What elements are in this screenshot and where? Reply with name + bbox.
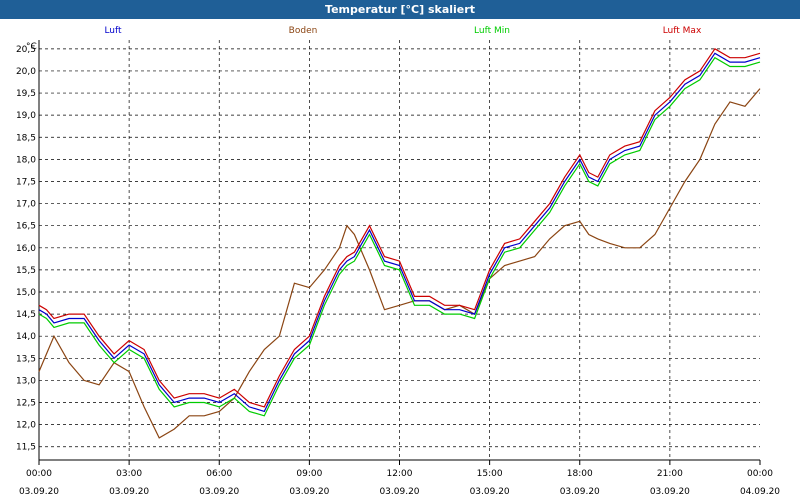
y-tick-label: 16,0 — [16, 244, 36, 254]
x-tick-date: 03.09.20 — [289, 487, 329, 497]
x-tick-time: 15:00 — [477, 469, 503, 479]
x-tick-time: 12:00 — [387, 469, 413, 479]
y-tick-label: 11,5 — [16, 443, 36, 453]
y-tick-label: 12,5 — [16, 399, 36, 409]
x-tick-time: 06:00 — [206, 469, 232, 479]
x-tick-time: 00:00 — [747, 469, 773, 479]
y-tick-label: 12,0 — [16, 421, 36, 431]
x-tick-time: 18:00 — [567, 469, 593, 479]
x-tick-time: 09:00 — [296, 469, 322, 479]
x-tick-date: 03.09.20 — [199, 487, 239, 497]
y-tick-label: 16,5 — [16, 222, 36, 232]
y-tick-label: 14,0 — [16, 332, 36, 342]
y-tick-label: 18,5 — [16, 133, 36, 143]
y-axis-unit: °C — [26, 42, 37, 52]
x-tick-time: 00:00 — [26, 469, 52, 479]
x-tick-date: 03.09.20 — [379, 487, 419, 497]
grid-lines — [39, 40, 760, 460]
y-tick-label: 15,0 — [16, 288, 36, 298]
legend-luft-max: Luft Max — [663, 26, 702, 36]
y-tick-label: 17,5 — [16, 177, 36, 187]
y-tick-labels: 11,5 12,0 12,5 13,0 13,5 14,0 14,5 15,0 15,5 16,0… — [16, 45, 36, 453]
chart-area: 11,5 12,0 12,5 13,0 13,5 14,0 14,5 15,0 15,5 16,0… — [16, 26, 780, 497]
legend: Luft Boden Luft Min Luft Max — [104, 26, 702, 36]
y-tick-label: 13,0 — [16, 376, 36, 386]
y-tick-label: 19,5 — [16, 89, 36, 99]
x-tick-date: 03.09.20 — [109, 487, 149, 497]
y-tick-label: 15,5 — [16, 266, 36, 276]
x-tick-date: 03.09.20 — [19, 487, 59, 497]
x-tick-date: 03.09.20 — [470, 487, 510, 497]
y-tick-label: 20,0 — [16, 67, 36, 77]
chart-title: Temperatur [°C] skaliert — [0, 0, 800, 19]
x-tick-date: 03.09.20 — [650, 487, 690, 497]
x-tick-time: 21:00 — [657, 469, 683, 479]
legend-luft-min: Luft Min — [474, 26, 510, 36]
legend-boden: Boden — [289, 26, 318, 36]
x-tick-time: 03:00 — [116, 469, 142, 479]
x-tick-date: 04.09.20 — [740, 487, 780, 497]
y-tick-label: 13,5 — [16, 354, 36, 364]
y-tick-label: 18,0 — [16, 155, 36, 165]
y-tick-label: 17,0 — [16, 200, 36, 210]
y-tick-label: 14,5 — [16, 310, 36, 320]
x-tick-date: 03.09.20 — [560, 487, 600, 497]
x-tick-labels: 00:00 03.09.20 03:00 03.09.20 06:00 03.09.20 0… — [19, 469, 780, 497]
legend-luft: Luft — [104, 26, 122, 36]
y-tick-label: 19,0 — [16, 111, 36, 121]
